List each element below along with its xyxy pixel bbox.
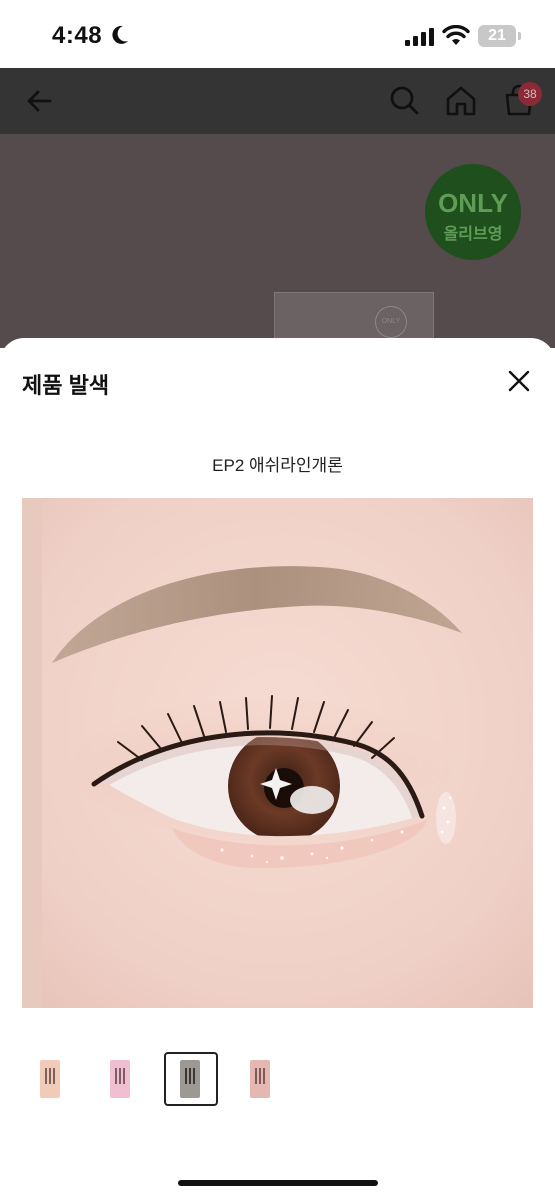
product-box-seal: ONLY [375,306,407,338]
background-page: 38 ONLY 올리브영 ONLY [0,68,555,414]
battery-level: 21 [488,27,506,44]
badge-line1: ONLY [438,188,508,218]
search-icon[interactable] [386,82,424,120]
thumbnail-package-3 [180,1060,200,1098]
status-time: 4:48 [52,22,103,49]
shade-thumbnail-4[interactable] [234,1052,288,1106]
close-icon[interactable] [504,366,534,396]
cart-count-badge: 38 [518,82,542,106]
status-bar: 4:48 21 [0,0,555,68]
color-swatch-sheet: 제품 발색 EP2 애쉬라인개론 [0,338,555,1200]
battery-tip [518,32,521,40]
home-icon[interactable] [442,82,480,120]
shade-thumbnail-2[interactable] [94,1052,148,1106]
only-oliveyoung-badge: ONLY 올리브영 [425,164,521,260]
home-indicator [178,1180,378,1186]
back-arrow-icon[interactable] [20,82,58,120]
shade-thumbnail-1[interactable] [24,1052,78,1106]
thumbnail-package-2 [110,1060,130,1098]
product-hero-image: ONLY 올리브영 ONLY [0,134,555,414]
shade-thumbnail-3-selected[interactable] [164,1052,218,1106]
thumbnail-package-1 [40,1060,60,1098]
cellular-signal-icon [405,28,434,46]
eye-swatch-photo [22,498,533,1008]
wifi-icon [442,25,470,45]
app-header: 38 [0,68,555,134]
badge-line2: 올리브영 [443,226,503,243]
shade-name: EP2 애쉬라인개론 [212,456,343,475]
shade-thumbnail-list [22,1052,533,1112]
moon-icon [112,25,128,44]
battery-icon: 21 [478,25,516,47]
thumbnail-package-4 [250,1060,270,1098]
sheet-title: 제품 발색 [22,373,110,398]
